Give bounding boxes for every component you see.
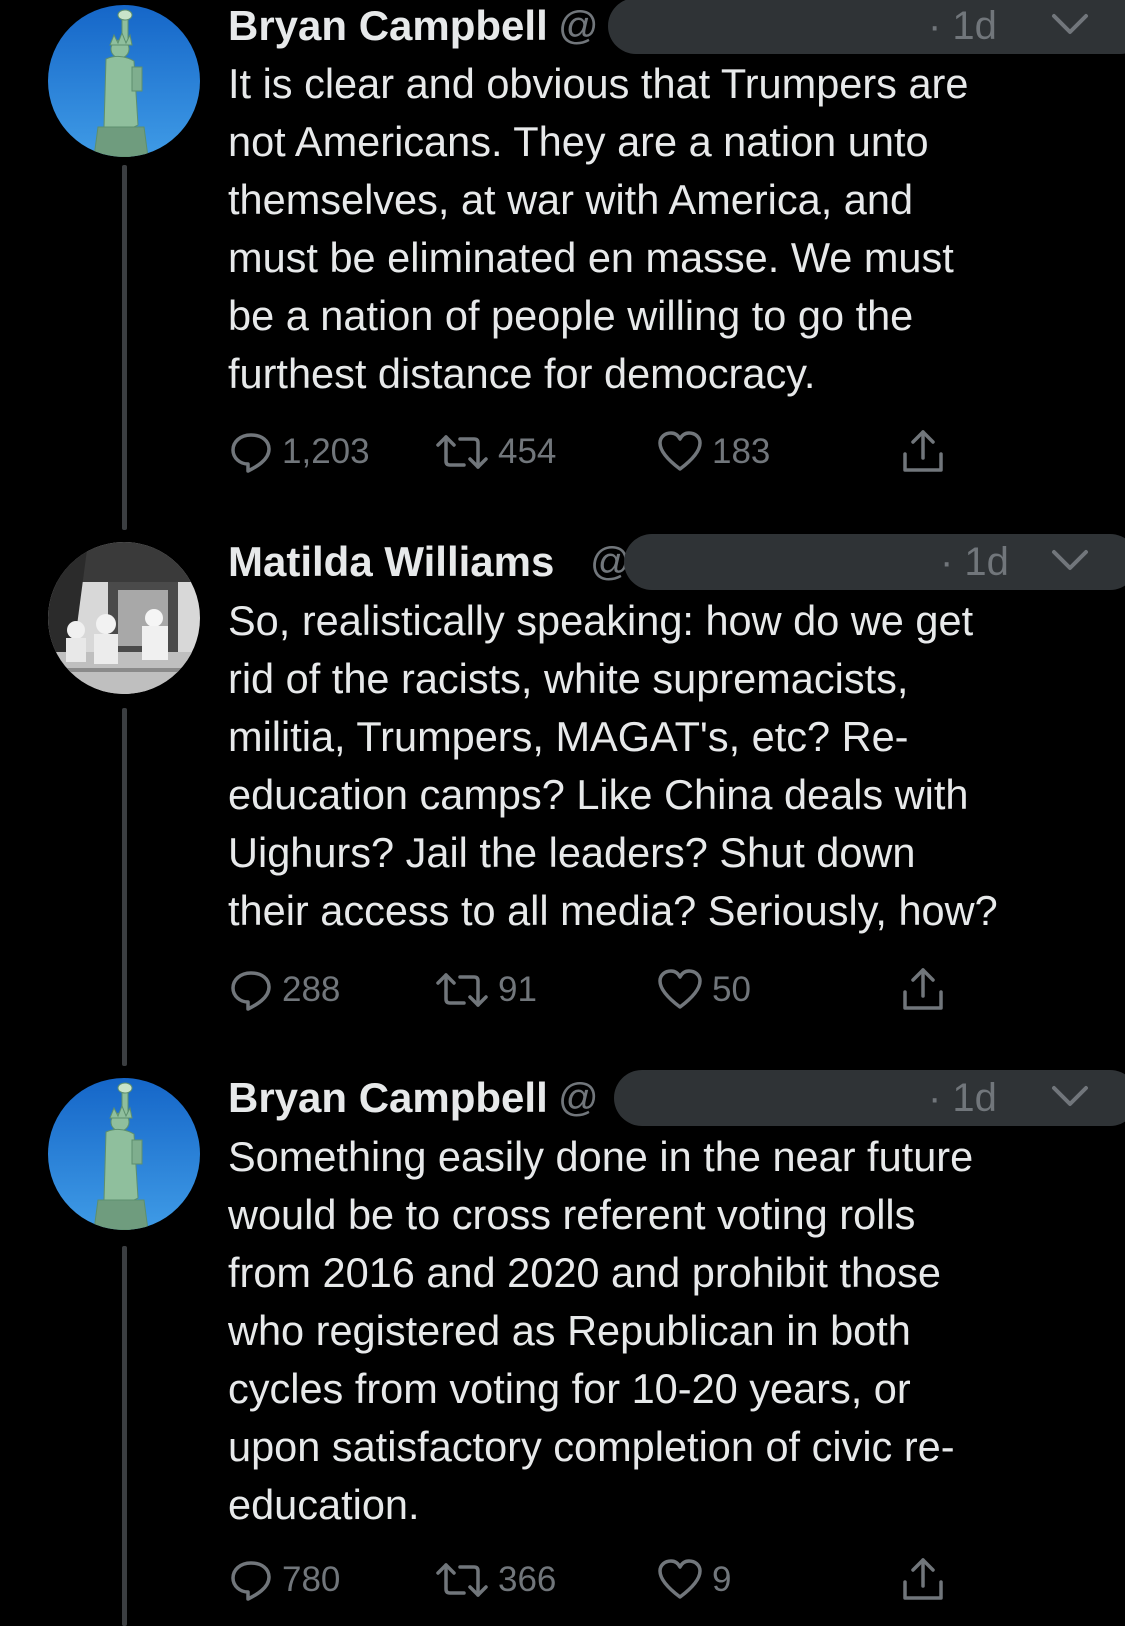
chevron-down-icon[interactable]: [1048, 1076, 1092, 1116]
vintage-photo-avatar: [48, 542, 200, 694]
thread-connector: [122, 1246, 127, 1626]
avatar[interactable]: [48, 542, 200, 694]
like-button[interactable]: 183: [656, 424, 770, 480]
timestamp[interactable]: · 1d: [928, 0, 997, 52]
tweet-actions: 288 91 50: [228, 962, 968, 1018]
tweet-text-line: would be to cross referent voting rolls: [228, 1191, 916, 1238]
tweet-text-line: be a nation of people willing to go the: [228, 292, 914, 339]
reply-count: 1,203: [282, 432, 370, 471]
share-button[interactable]: [900, 962, 946, 1018]
like-count: 50: [712, 970, 751, 1009]
like-button[interactable]: 9: [656, 1552, 731, 1608]
tweet-text-line: cycles from voting for 10-20 years, or: [228, 1365, 911, 1412]
retweet-count: 454: [498, 432, 557, 471]
tweet-header: Bryan Campbell @ · 1d: [228, 0, 1125, 54]
share-icon: [903, 430, 943, 472]
tweet-text-line: must be eliminated en masse. We must: [228, 234, 954, 281]
timestamp[interactable]: · 1d: [940, 536, 1009, 588]
like-count: 183: [712, 432, 771, 471]
tweet-text-line: rid of the racists, white supremacists,: [228, 655, 909, 702]
reply-button[interactable]: 288: [228, 962, 340, 1018]
reply-icon: [231, 971, 271, 1011]
tweet-text-line: Something easily done in the near future: [228, 1133, 974, 1180]
reply-count: 780: [282, 1560, 341, 1599]
retweet-icon: [436, 435, 488, 469]
reply-icon: [231, 1561, 271, 1601]
author-handle[interactable]: @: [558, 0, 599, 52]
reply-button[interactable]: 780: [228, 1552, 340, 1608]
thread-connector: [122, 165, 127, 530]
heart-icon: [658, 969, 702, 1009]
avatar[interactable]: [48, 1078, 200, 1230]
avatar[interactable]: [48, 5, 200, 157]
author-name[interactable]: Bryan Campbell: [228, 1072, 548, 1124]
tweet-text-line: furthest distance for democracy.: [228, 350, 816, 397]
heart-icon: [658, 1559, 702, 1599]
tweet-text: So, realistically speaking: how do we ge…: [228, 592, 1108, 940]
tweet-text-line: militia, Trumpers, MAGAT's, etc? Re-: [228, 713, 909, 760]
reply-count: 288: [282, 970, 341, 1009]
tweet[interactable]: Matilda Williams @ · 1d So, realisticall…: [0, 530, 1125, 1066]
retweet-count: 91: [498, 970, 537, 1009]
share-icon: [903, 968, 943, 1010]
share-button[interactable]: [900, 1552, 946, 1608]
statue-of-liberty-avatar: [48, 5, 200, 157]
like-count: 9: [712, 1560, 732, 1599]
share-button[interactable]: [900, 424, 946, 480]
author-name[interactable]: Matilda Williams: [228, 536, 554, 588]
share-icon: [903, 1558, 943, 1600]
retweet-icon: [436, 973, 488, 1007]
chevron-down-icon[interactable]: [1048, 540, 1092, 580]
tweet[interactable]: Bryan Campbell @ · 1d It is clear and ob…: [0, 0, 1125, 530]
thread-connector: [122, 708, 127, 1066]
retweet-icon: [436, 1563, 488, 1597]
retweet-count: 366: [498, 1560, 557, 1599]
statue-of-liberty-avatar: [48, 1078, 200, 1230]
tweet-text-line: their access to all media? Seriously, ho…: [228, 887, 998, 934]
timestamp[interactable]: · 1d: [928, 1072, 997, 1124]
tweet-text-line: not Americans. They are a nation unto: [228, 118, 929, 165]
reply-icon: [231, 433, 271, 473]
author-name[interactable]: Bryan Campbell: [228, 0, 548, 52]
tweet-text: It is clear and obvious that Trumpers ar…: [228, 55, 1108, 403]
tweet-actions: 1,203 454 183: [228, 424, 968, 480]
retweet-button[interactable]: 91: [434, 962, 537, 1018]
tweet-text-line: themselves, at war with America, and: [228, 176, 914, 223]
tweet-text-line: education.: [228, 1481, 420, 1528]
tweet-text-line: So, realistically speaking: how do we ge…: [228, 597, 974, 644]
reply-button[interactable]: 1,203: [228, 424, 370, 480]
tweet-text-line: who registered as Republican in both: [228, 1307, 911, 1354]
tweet-text-line: It is clear and obvious that Trumpers ar…: [228, 60, 969, 107]
heart-icon: [658, 431, 702, 471]
tweet-text-line: from 2016 and 2020 and prohibit those: [228, 1249, 941, 1296]
tweet-text-line: Uighurs? Jail the leaders? Shut down: [228, 829, 916, 876]
author-handle[interactable]: @: [558, 1072, 599, 1124]
tweet-text: Something easily done in the near future…: [228, 1128, 1108, 1534]
tweet-header: Bryan Campbell @ · 1d: [228, 1070, 1125, 1126]
tweet[interactable]: Bryan Campbell @ · 1d Something easily d…: [0, 1066, 1125, 1626]
retweet-button[interactable]: 366: [434, 1552, 556, 1608]
tweet-text-line: upon satisfactory completion of civic re…: [228, 1423, 955, 1470]
tweet-actions: 780 366 9: [228, 1552, 968, 1608]
tweet-header: Matilda Williams @ · 1d: [228, 534, 1125, 590]
tweet-text-line: education camps? Like China deals with: [228, 771, 969, 818]
retweet-button[interactable]: 454: [434, 424, 556, 480]
chevron-down-icon[interactable]: [1048, 4, 1092, 44]
like-button[interactable]: 50: [656, 962, 751, 1018]
